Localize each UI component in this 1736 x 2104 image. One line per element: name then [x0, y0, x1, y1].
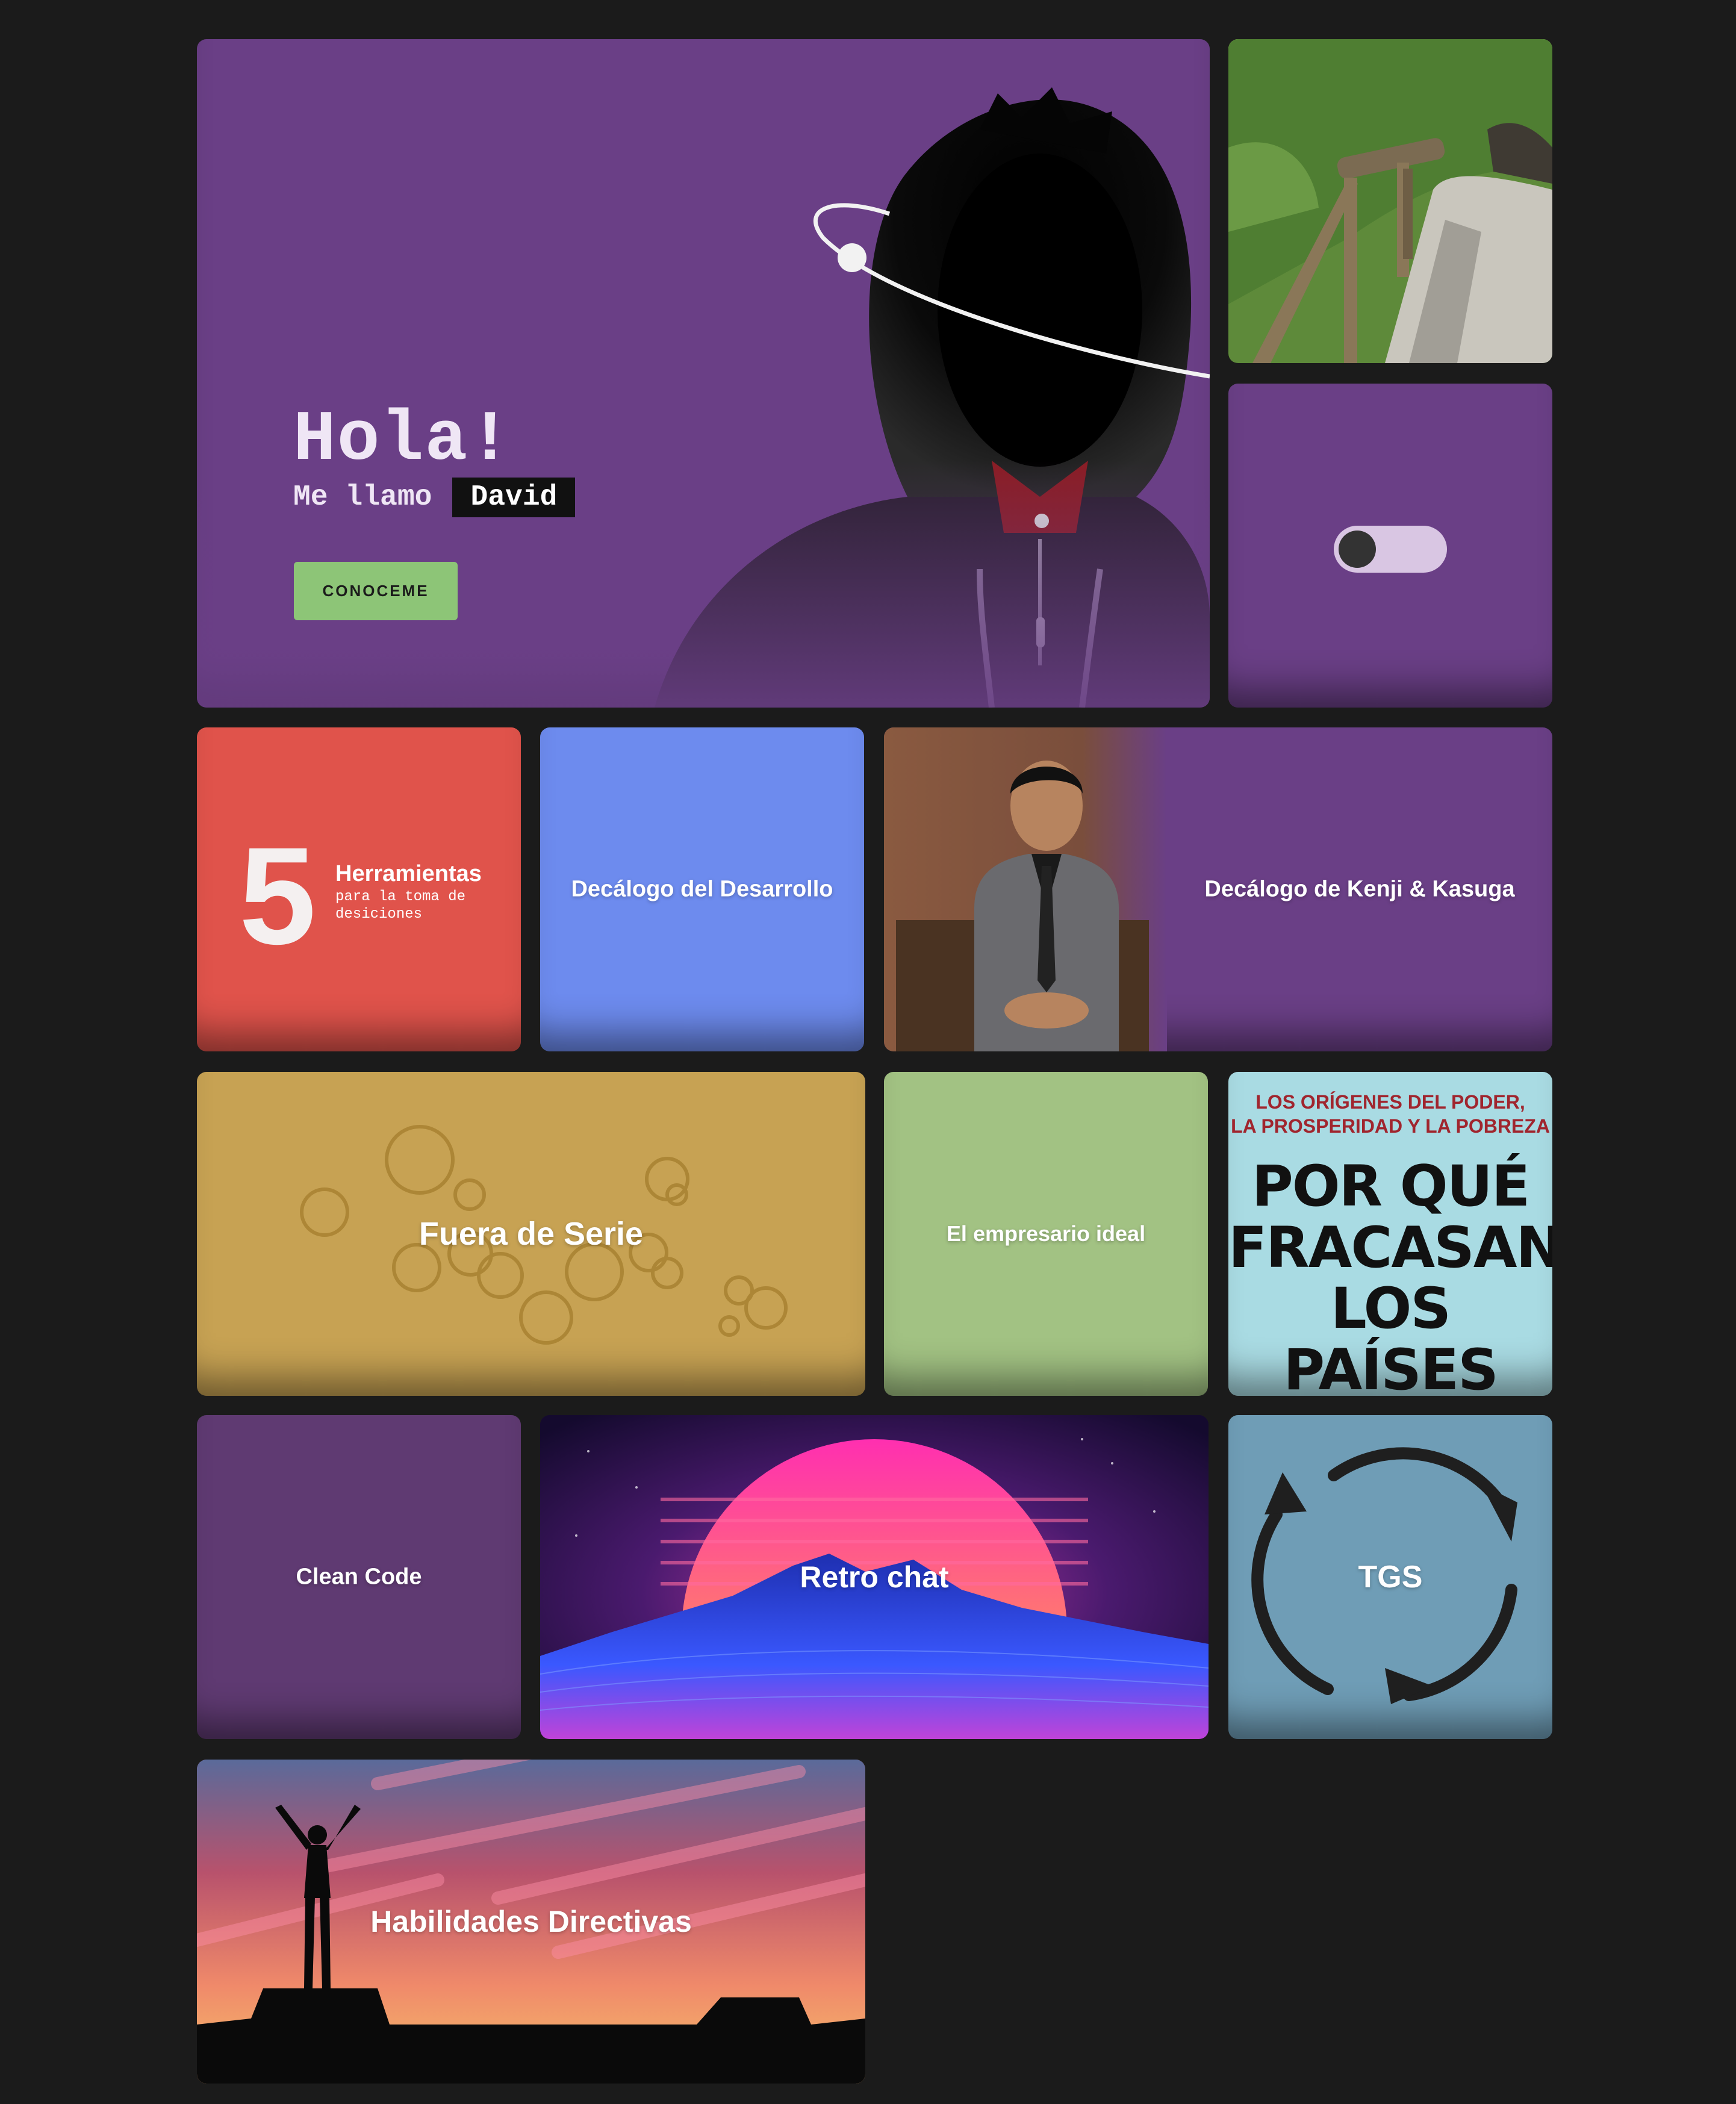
intro-text: Me llamo	[293, 481, 432, 514]
tgs-card[interactable]: TGS	[1228, 1415, 1552, 1739]
book-title-line-2: FRACASAN	[1228, 1215, 1552, 1281]
tgs-label: TGS	[1358, 1560, 1423, 1595]
book-cover-card[interactable]: LOS ORÍGENES DEL PODER, LA PROSPERIDAD Y…	[1228, 1072, 1552, 1396]
habilidades-directivas-card[interactable]: Habilidades Directivas	[197, 1760, 865, 2084]
tools-card[interactable]: 5 Herramientas para la toma de desicione…	[197, 727, 521, 1051]
retro-chat-label: Retro chat	[800, 1560, 949, 1594]
bridge-photo	[1228, 39, 1552, 363]
book-title-line-1: POR QUÉ	[1251, 1154, 1530, 1219]
book-title: POR QUÉ FRACASAN LOS PAÍSES	[1228, 1156, 1552, 1396]
book-subtitle: LOS ORÍGENES DEL PODER, LA PROSPERIDAD Y…	[1228, 1090, 1552, 1138]
tools-title: Herramientas	[335, 861, 482, 886]
tools-number: 5	[239, 818, 316, 973]
theme-toggle-switch[interactable]	[1334, 526, 1447, 573]
book-title-line-4: PAÍSES	[1283, 1337, 1499, 1396]
clean-code-label: Clean Code	[296, 1564, 422, 1590]
book-title-line-3: LOS	[1330, 1276, 1451, 1342]
bridge-photo-card[interactable]	[1228, 39, 1552, 363]
name-highlight: David	[452, 478, 576, 517]
toggle-knob	[1339, 531, 1376, 568]
hero-card: Hola! Me llamo David CONOCEME	[197, 39, 1210, 708]
book-subtitle-line-2: LA PROSPERIDAD Y LA POBREZA	[1231, 1115, 1550, 1137]
greeting-heading: Hola!	[293, 400, 513, 481]
clean-code-card[interactable]: Clean Code	[197, 1415, 521, 1739]
decalogo-desarrollo-label: Decálogo del Desarrollo	[571, 876, 833, 902]
decalogo-desarrollo-card[interactable]: Decálogo del Desarrollo	[540, 727, 864, 1051]
book-subtitle-line-1: LOS ORÍGENES DEL PODER,	[1255, 1091, 1525, 1113]
empresario-ideal-card[interactable]: El empresario ideal	[884, 1072, 1208, 1396]
decalogo-kenji-card[interactable]: Decálogo de Kenji & Kasuga	[884, 727, 1552, 1051]
conoceme-button[interactable]: CONOCEME	[294, 562, 458, 620]
decalogo-kenji-label: Decálogo de Kenji & Kasuga	[1204, 876, 1515, 902]
theme-toggle-card	[1228, 384, 1552, 708]
tools-subtitle: para la toma de desiciones	[335, 889, 466, 923]
intro-line: Me llamo David	[293, 478, 576, 517]
fuera-de-serie-label: Fuera de Serie	[418, 1216, 644, 1252]
retro-chat-card[interactable]: Retro chat	[540, 1415, 1209, 1739]
habilidades-directivas-label: Habilidades Directivas	[370, 1905, 692, 1938]
empresario-ideal-label: El empresario ideal	[946, 1221, 1146, 1246]
fuera-de-serie-card[interactable]: Fuera de Serie	[197, 1072, 865, 1396]
